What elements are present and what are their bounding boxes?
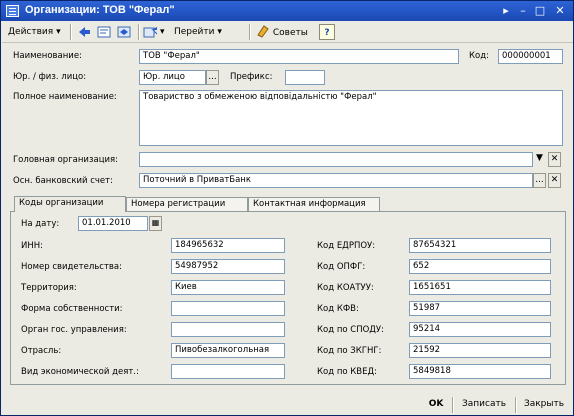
code-label-zkgng: Код по ЗКГНГ: xyxy=(317,346,382,356)
org-codes-panel: На дату: 01.01.2010 ▦ ИНН: 184965632 Ном… xyxy=(10,211,566,385)
goto-menu[interactable]: Перейти ▾ xyxy=(174,24,222,40)
code-field-inn[interactable]: 184965632 xyxy=(171,238,285,253)
code-label-opfg: Код ОПФГ: xyxy=(317,262,366,272)
head-org-field[interactable] xyxy=(139,152,533,167)
tab-org-codes[interactable]: Коды организации xyxy=(14,196,126,212)
full-name-label: Полное наименование: xyxy=(13,92,117,102)
bank-account-label: Осн. банковский счет: xyxy=(13,176,113,186)
close-icon[interactable]: ✕ xyxy=(553,4,567,17)
organization-window: Организации: ТОВ "Ферал" ▸ – □ ✕ Действи… xyxy=(0,0,574,416)
goto-label: Перейти xyxy=(174,27,215,37)
toolbar: Действия ▾ ▾ Перейти ▾ Советы ? xyxy=(2,21,573,43)
head-org-dropdown-icon[interactable]: ▼ xyxy=(533,152,546,167)
close-button[interactable]: Закрыть xyxy=(517,395,571,413)
code-label-industry: Отрасль: xyxy=(21,346,62,356)
code-label-certificate: Номер свидетельства: xyxy=(21,262,122,272)
code-label-kved: Код по КВЕД: xyxy=(317,367,378,377)
code-field-edrpou[interactable]: 87654321 xyxy=(409,238,551,253)
footer-separator xyxy=(452,397,453,413)
code-label-spodu: Код по СПОДУ: xyxy=(317,325,384,335)
tab-contact-info[interactable]: Контактная информация xyxy=(248,197,380,211)
toolbar-separator xyxy=(249,24,250,40)
code-field-gov-body[interactable] xyxy=(171,322,285,337)
code-label-ownership: Форма собственности: xyxy=(21,304,123,314)
maximize-icon[interactable]: □ xyxy=(533,4,547,17)
date-label: На дату: xyxy=(21,219,60,229)
prefix-field[interactable] xyxy=(285,70,325,85)
goto-dropdown-arrow[interactable]: ▾ xyxy=(160,24,165,40)
prefix-label: Префикс: xyxy=(230,72,273,82)
ok-button[interactable]: OK xyxy=(422,395,450,413)
code-field-kved[interactable]: 5849818 xyxy=(409,364,551,379)
sync-icon[interactable] xyxy=(116,24,132,40)
code-field-industry[interactable]: Пивобезалкогольная xyxy=(171,343,285,358)
name-field[interactable]: ТОВ "Ферал" xyxy=(139,49,459,64)
code-field-activity[interactable] xyxy=(171,364,285,379)
structure-icon[interactable] xyxy=(96,24,112,40)
tips-label: Советы xyxy=(272,28,308,38)
bank-account-select-button[interactable]: ... xyxy=(533,173,546,188)
tips-icon xyxy=(257,25,269,38)
head-org-label: Головная организация: xyxy=(13,155,118,165)
back-arrow-icon[interactable] xyxy=(76,24,92,40)
bank-account-field[interactable]: Поточний в ПриватБанк xyxy=(139,173,533,188)
form-icon xyxy=(6,5,19,17)
code-field-spodu[interactable]: 95214 xyxy=(409,322,551,337)
code-label-kfv: Код КФВ: xyxy=(317,304,359,314)
name-label: Наименование: xyxy=(13,51,82,61)
code-label-inn: ИНН: xyxy=(21,241,44,251)
code-field-opfg[interactable]: 652 xyxy=(409,259,551,274)
code-field-kfv[interactable]: 51987 xyxy=(409,301,551,316)
goto-icon[interactable] xyxy=(143,24,159,40)
entity-type-field[interactable]: Юр. лицо xyxy=(139,70,206,85)
tabs-container: Коды организации Номера регистрации Конт… xyxy=(10,196,566,387)
window-title: Организации: ТОВ "Ферал" xyxy=(25,4,175,16)
help-icon: ? xyxy=(324,28,330,38)
code-label-activity: Вид экономической деят.: xyxy=(21,367,139,377)
actions-menu[interactable]: Действия ▾ xyxy=(8,24,61,40)
window-actions-icon[interactable]: ▸ xyxy=(499,4,513,17)
date-field[interactable]: 01.01.2010 xyxy=(78,216,148,231)
help-button[interactable]: ? xyxy=(319,24,335,40)
code-field[interactable]: 000000001 xyxy=(498,49,563,64)
code-field-koatuu[interactable]: 1651651 xyxy=(409,280,551,295)
entity-type-label: Юр. / физ. лицо: xyxy=(13,72,87,82)
calendar-icon[interactable]: ▦ xyxy=(149,216,162,231)
minimize-icon[interactable]: – xyxy=(516,4,530,17)
code-label-koatuu: Код КОАТУУ: xyxy=(317,283,374,293)
toolbar-separator xyxy=(70,24,71,40)
code-label: Код: xyxy=(469,51,489,61)
head-org-clear-icon[interactable]: ✕ xyxy=(548,152,561,167)
chevron-down-icon: ▾ xyxy=(56,27,61,37)
code-label-gov-body: Орган гос. управления: xyxy=(21,325,127,335)
footer-separator xyxy=(515,397,516,413)
code-label-edrpou: Код ЕДРПОУ: xyxy=(317,241,376,251)
toolbar-separator xyxy=(138,24,139,40)
bank-account-clear-icon[interactable]: ✕ xyxy=(548,173,561,188)
save-button[interactable]: Записать xyxy=(455,395,513,413)
code-field-ownership[interactable] xyxy=(171,301,285,316)
bottom-bar: OK Записать Закрыть xyxy=(2,393,573,415)
code-field-zkgng[interactable]: 21592 xyxy=(409,343,551,358)
title-bar[interactable]: Организации: ТОВ "Ферал" ▸ – □ ✕ xyxy=(1,1,573,21)
tab-registration-numbers[interactable]: Номера регистрации xyxy=(126,197,248,211)
actions-label: Действия xyxy=(8,27,54,37)
code-field-certificate[interactable]: 54987952 xyxy=(171,259,285,274)
code-label-territory: Территория: xyxy=(21,283,77,293)
full-name-field[interactable]: Товариство з обмеженою відповідальністю … xyxy=(139,90,563,146)
entity-type-select-button[interactable]: ... xyxy=(206,70,219,85)
tips-button[interactable]: Советы xyxy=(256,24,308,40)
chevron-down-icon: ▾ xyxy=(217,27,222,37)
code-field-territory[interactable]: Киев xyxy=(171,280,285,295)
